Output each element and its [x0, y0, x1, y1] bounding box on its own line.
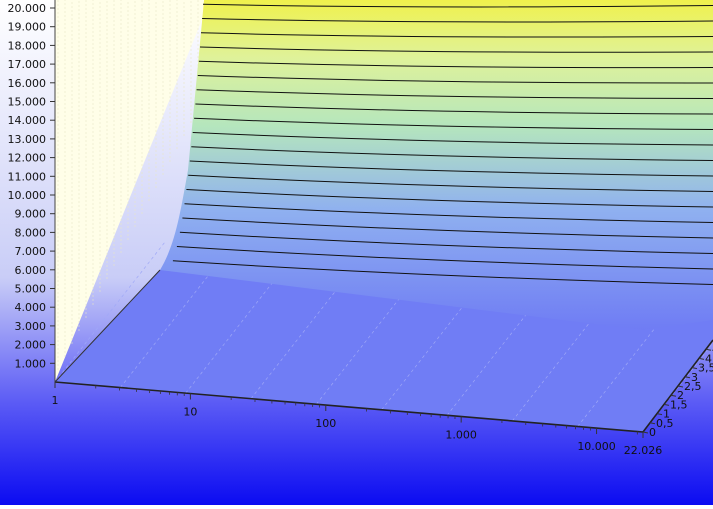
y-tick-label: 2.000: [15, 339, 47, 352]
z-tick-label: 0: [649, 426, 656, 439]
y-tick-label: 1.000: [15, 357, 47, 370]
y-tick-label: 14.000: [8, 114, 47, 127]
y-tick-label: 12.000: [8, 152, 47, 165]
chart-svg: 1.000 2.000 3.000 4.000 5.000 6.000 7.000 8.000…: [0, 0, 713, 505]
y-tick-label: 13.000: [8, 133, 47, 146]
y-tick-label: 18.000: [8, 39, 47, 52]
y-tick-label: 3.000: [15, 320, 47, 333]
x-tick-label: 1: [52, 394, 59, 407]
x-tick-label: 10: [183, 406, 197, 419]
z-tick-label: 1: [663, 408, 670, 421]
z-tick-label: 2: [677, 389, 684, 402]
y-tick-label: 16.000: [8, 77, 47, 90]
y-tick-label: 19.000: [8, 21, 47, 34]
y-tick-label: 15.000: [8, 96, 47, 109]
z-tick-label: 4: [705, 352, 712, 365]
y-tick-label: 17.000: [8, 58, 47, 71]
y-tick-label: 7.000: [15, 245, 47, 258]
y-tick-label: 9.000: [15, 208, 47, 221]
x-tick-label: 10.000: [577, 440, 616, 453]
y-tick-label: 4.000: [15, 301, 47, 314]
x-tick-label: 100: [315, 417, 336, 430]
y-tick-label: 11.000: [8, 170, 47, 183]
z-tick-label: 3: [691, 371, 698, 384]
x-tick-label: 22.026: [624, 444, 663, 457]
y-tick-label: 8.000: [15, 226, 47, 239]
y-tick-label: 20.000: [8, 2, 47, 15]
x-tick-label: 1.000: [445, 429, 477, 442]
y-tick-label: 5.000: [15, 283, 47, 296]
y-tick-label: 10.000: [8, 189, 47, 202]
surface-chart: 1.000 2.000 3.000 4.000 5.000 6.000 7.000 8.000…: [0, 0, 713, 505]
y-tick-label: 6.000: [15, 264, 47, 277]
